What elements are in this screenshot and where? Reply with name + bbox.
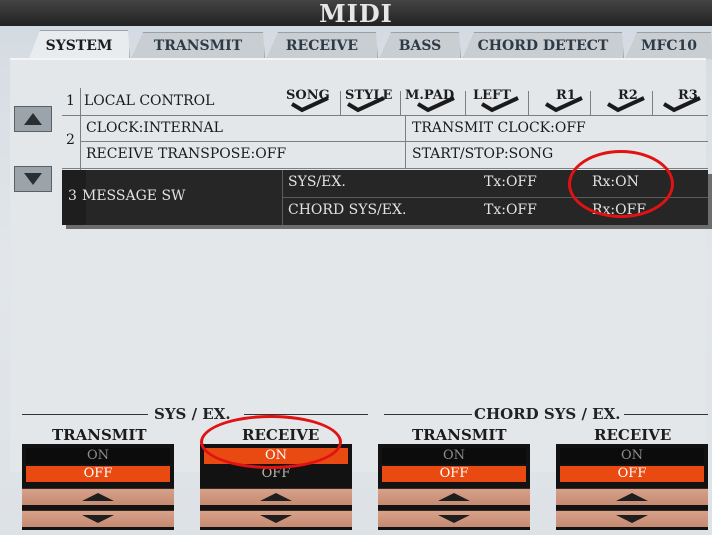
chord-sysex-label: CHORD SYS/EX. xyxy=(288,202,407,218)
check-mpad[interactable] xyxy=(414,95,458,113)
option-off[interactable]: OFF xyxy=(26,466,170,482)
triangle-up-icon xyxy=(24,113,42,125)
row-number: 3 xyxy=(68,188,77,204)
row-number: 1 xyxy=(66,93,75,109)
option-off[interactable]: OFF xyxy=(560,466,704,482)
annotation-circle-receive xyxy=(200,415,342,469)
triangle-down-icon xyxy=(82,515,114,523)
tab-label: TRANSMIT xyxy=(153,38,243,54)
check-icon xyxy=(662,96,701,113)
decrement-button[interactable] xyxy=(200,510,352,527)
scroll-down-button[interactable] xyxy=(14,166,52,192)
check-divider xyxy=(400,91,401,115)
number-column-divider xyxy=(80,88,81,170)
tab-system[interactable]: SYSTEM xyxy=(28,30,130,61)
decrement-button[interactable] xyxy=(378,510,530,527)
tab-label: RECEIVE xyxy=(285,38,359,54)
check-song[interactable] xyxy=(288,95,332,113)
tab-label: CHORD DETECT xyxy=(477,38,609,54)
chord-sysex-tx-value[interactable]: Tx:OFF xyxy=(484,202,537,218)
decrement-button[interactable] xyxy=(22,510,174,527)
option-on[interactable]: ON xyxy=(560,448,704,464)
check-icon xyxy=(290,96,329,113)
option-on[interactable]: ON xyxy=(382,448,526,464)
check-r3[interactable] xyxy=(660,95,704,113)
tab-bass[interactable]: BASS xyxy=(379,32,461,59)
triangle-up-icon xyxy=(438,493,470,501)
chord-transmit-header: TRANSMIT xyxy=(412,426,507,444)
triangle-up-icon xyxy=(616,493,648,501)
triangle-down-icon xyxy=(260,515,292,523)
check-divider xyxy=(465,91,466,115)
column-divider xyxy=(405,116,406,168)
increment-button[interactable] xyxy=(200,488,352,505)
sysex-transmit-control: ON OFF xyxy=(22,444,174,530)
midi-screen: MIDI SYSTEM TRANSMIT RECEIVE BASS CHORD … xyxy=(0,0,712,535)
transmit-clock-setting[interactable]: TRANSMIT CLOCK:OFF xyxy=(412,120,586,136)
page-title: MIDI xyxy=(319,0,393,28)
section-divider xyxy=(22,414,148,415)
tab-label: SYSTEM xyxy=(45,38,113,54)
check-icon xyxy=(346,96,385,113)
chord-receive-header: RECEIVE xyxy=(594,426,672,444)
triangle-up-icon xyxy=(82,493,114,501)
section-divider xyxy=(624,414,708,415)
tab-chord-detect[interactable]: CHORD DETECT xyxy=(462,32,624,59)
check-divider xyxy=(528,91,529,115)
check-divider xyxy=(590,91,591,115)
triangle-down-icon xyxy=(616,515,648,523)
option-off[interactable]: OFF xyxy=(382,466,526,482)
check-divider xyxy=(652,91,653,115)
clock-setting[interactable]: CLOCK:INTERNAL xyxy=(86,120,223,136)
decrement-button[interactable] xyxy=(556,510,708,527)
tab-mfc10[interactable]: MFC10 xyxy=(625,32,712,59)
receive-transpose-setting[interactable]: RECEIVE TRANSPOSE:OFF xyxy=(86,146,286,162)
title-bar: MIDI xyxy=(0,0,712,28)
check-icon xyxy=(416,96,455,113)
tab-label: MFC10 xyxy=(640,38,698,54)
check-r1[interactable] xyxy=(542,95,586,113)
sysex-section-title: SYS / EX. xyxy=(154,405,231,423)
check-style[interactable] xyxy=(344,95,388,113)
tab-transmit[interactable]: TRANSMIT xyxy=(131,32,265,59)
tab-bar: SYSTEM TRANSMIT RECEIVE BASS CHORD DETEC… xyxy=(28,30,712,60)
check-icon xyxy=(606,96,645,113)
annotation-circle-rx xyxy=(568,150,674,218)
chord-sysex-receive-control: ON OFF xyxy=(556,444,708,530)
triangle-down-icon xyxy=(24,173,42,185)
local-control-label: LOCAL CONTROL xyxy=(84,93,215,109)
tab-receive[interactable]: RECEIVE xyxy=(266,32,378,59)
start-stop-setting[interactable]: START/STOP:SONG xyxy=(412,146,553,162)
chord-sysex-transmit-control: ON OFF xyxy=(378,444,530,530)
check-r2[interactable] xyxy=(604,95,648,113)
increment-button[interactable] xyxy=(556,488,708,505)
chord-sysex-section-title: CHORD SYS / EX. xyxy=(474,405,621,423)
sysex-label: SYS/EX. xyxy=(288,174,346,190)
row-divider xyxy=(62,115,708,116)
option-on[interactable]: ON xyxy=(26,448,170,464)
tab-label: BASS xyxy=(398,38,442,54)
sysex-transmit-header: TRANSMIT xyxy=(52,426,147,444)
triangle-down-icon xyxy=(438,515,470,523)
check-left[interactable] xyxy=(478,95,522,113)
check-icon xyxy=(480,96,519,113)
check-icon xyxy=(544,96,583,113)
increment-button[interactable] xyxy=(378,488,530,505)
sysex-tx-value[interactable]: Tx:OFF xyxy=(484,174,537,190)
scroll-up-button[interactable] xyxy=(14,106,52,132)
row-divider xyxy=(80,141,708,142)
section-divider xyxy=(384,414,472,415)
increment-button[interactable] xyxy=(22,488,174,505)
message-sw-label: MESSAGE SW xyxy=(82,188,186,204)
check-divider xyxy=(340,91,341,115)
triangle-up-icon xyxy=(260,493,292,501)
row-number: 2 xyxy=(66,132,75,148)
